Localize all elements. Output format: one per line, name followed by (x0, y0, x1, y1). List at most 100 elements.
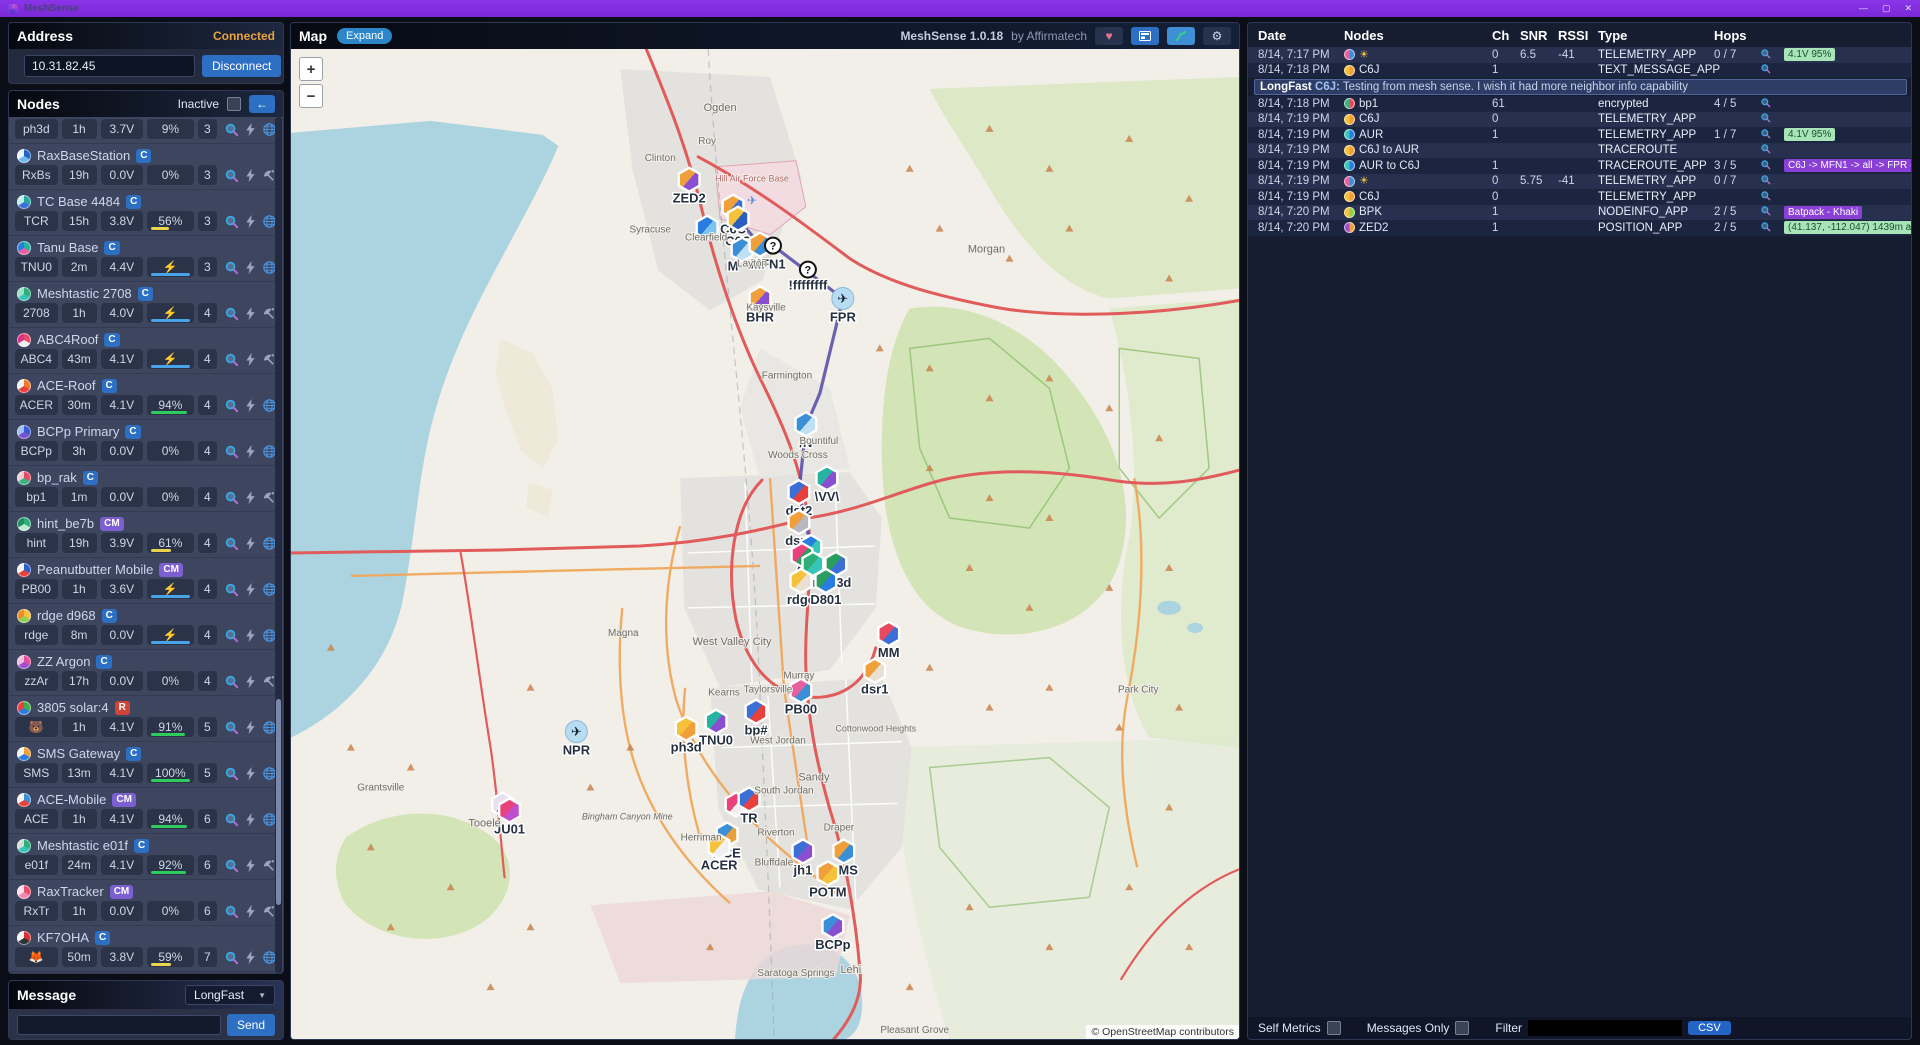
packet-row[interactable]: 8/14, 7:19 PM AUR to C6J 1 TRACEROUTE_APP 3 … (1248, 158, 1911, 174)
node-item[interactable]: Meshtastic 2708 C 2708 1h 4.0V ⚡ 4 (9, 282, 283, 328)
disconnect-button[interactable]: Disconnect (202, 55, 282, 77)
node-item[interactable]: 3805 solar:4 R 🐻 1h 4.1V 91% 5 (9, 696, 283, 742)
nodes-scrollbar-thumb[interactable] (276, 699, 281, 905)
collapse-button[interactable]: ← (249, 95, 275, 113)
gear-icon[interactable]: ⚙ (1203, 27, 1231, 45)
bolt-icon[interactable] (243, 260, 258, 275)
packet-inspect-icon[interactable] (1760, 63, 1784, 77)
node-item[interactable]: SMS Gateway C SMS 13m 4.1V 100% 5 (9, 742, 283, 788)
bolt-icon[interactable] (243, 582, 258, 597)
packet-inspect-icon[interactable] (1760, 205, 1784, 219)
map-marker-ph3d[interactable]: ph3d (669, 715, 703, 756)
map-marker-jh1[interactable]: jh1 (791, 838, 815, 879)
magnifier-icon[interactable] (224, 858, 239, 873)
map-zoom-in-button[interactable]: + (299, 57, 323, 81)
packet-inspect-icon[interactable] (1760, 112, 1784, 126)
node-item[interactable]: !ffffffff?now0.0V0%? (9, 972, 283, 973)
node-item[interactable]: BCPp Primary C BCPp 3h 0.0V 0% 4 (9, 420, 283, 466)
magnifier-icon[interactable] (224, 214, 239, 229)
node-item[interactable]: hint_be7b CM hint 19h 3.9V 61% 4 (9, 512, 283, 558)
bolt-icon[interactable] (243, 306, 258, 321)
packet-inspect-icon[interactable] (1760, 221, 1784, 235)
magnifier-icon[interactable] (224, 168, 239, 183)
bolt-icon[interactable] (243, 904, 258, 919)
magnifier-icon[interactable] (224, 122, 239, 137)
packet-inspect-icon[interactable] (1760, 97, 1784, 111)
packet-inspect-icon[interactable] (1760, 159, 1784, 173)
node-item[interactable]: rdge d968 Crdge 8m 0.0V ⚡ 4 (9, 604, 283, 650)
magnifier-icon[interactable] (224, 490, 239, 505)
packet-inspect-icon[interactable] (1760, 190, 1784, 204)
node-item[interactable]: RaxBaseStation C RxBs 19h 0.0V 0% 3 (9, 144, 283, 190)
map-marker-D801[interactable]: D801 (809, 567, 843, 608)
packet-inspect-icon[interactable] (1760, 143, 1784, 157)
node-item[interactable]: ph3dcardCMph3d1h3.7V9%3 (9, 117, 283, 144)
packet-inspect-icon[interactable] (1760, 48, 1784, 62)
node-item[interactable]: Tanu Base C TNU0 2m 4.4V ⚡ 3 (9, 236, 283, 282)
bolt-icon[interactable] (243, 122, 258, 137)
packet-row[interactable]: 8/14, 7:19 PM C6J to AUR TRACEROUTE (1248, 142, 1911, 158)
bolt-icon[interactable] (243, 214, 258, 229)
packet-inspect-icon[interactable] (1760, 174, 1784, 188)
nodes-scrollbar[interactable] (275, 117, 282, 973)
node-item[interactable]: ABC4Roof C ABC4 43m 4.1V ⚡ 4 (9, 328, 283, 374)
bolt-icon[interactable] (243, 352, 258, 367)
magnifier-icon[interactable] (224, 352, 239, 367)
maximize-button[interactable]: ▢ (1882, 3, 1891, 14)
bolt-icon[interactable] (243, 766, 258, 781)
packet-row[interactable]: 8/14, 7:19 PM C6J 0 TELEMETRY_APP (1248, 189, 1911, 205)
trace-icon[interactable] (1167, 27, 1195, 45)
packet-row[interactable]: 8/14, 7:18 PM bp1 61 encrypted 4 / 5 (1248, 96, 1911, 112)
filter-input[interactable] (1528, 1020, 1683, 1036)
node-item[interactable]: ACE-Roof C ACER 30m 4.1V 94% 4 (9, 374, 283, 420)
map-zoom-out-button[interactable]: − (299, 84, 323, 108)
heart-icon[interactable]: ♥ (1095, 27, 1123, 45)
map-marker-MM[interactable]: MM (876, 620, 901, 661)
bolt-icon[interactable] (243, 490, 258, 505)
address-input[interactable] (24, 55, 195, 77)
packet-row[interactable]: 8/14, 7:20 PM BPK 1 NODEINFO_APP 2 / 5 Batpac… (1248, 204, 1911, 220)
node-item[interactable]: TC Base 4484 C TCR 15h 3.8V 56% 3 (9, 190, 283, 236)
send-button[interactable]: Send (226, 1014, 275, 1036)
bolt-icon[interactable] (243, 674, 258, 689)
map-attribution[interactable]: © OpenStreetMap contributors (1086, 1025, 1239, 1039)
csv-button[interactable]: CSV (1688, 1021, 1731, 1035)
node-item[interactable]: KF7OHA C 🦊 50m 3.8V 59% 7 (9, 926, 283, 972)
packet-message-row[interactable]: LongFast C6J: Testing from mesh sense. I… (1254, 79, 1907, 95)
bolt-icon[interactable] (243, 812, 258, 827)
bolt-icon[interactable] (243, 950, 258, 965)
packet-inspect-icon[interactable] (1760, 128, 1784, 142)
close-button[interactable]: ✕ (1904, 3, 1912, 14)
bolt-icon[interactable] (243, 444, 258, 459)
bolt-icon[interactable] (243, 628, 258, 643)
map-marker-bp#[interactable]: bp# (743, 698, 769, 739)
magnifier-icon[interactable] (224, 950, 239, 965)
nodes-list[interactable]: ph3dcardCMph3d1h3.7V9%3RaxBaseStationCRx… (9, 117, 283, 973)
map-marker-dsr1[interactable]: dsr1 (860, 657, 890, 698)
magnifier-icon[interactable] (224, 306, 239, 321)
magnifier-icon[interactable] (224, 582, 239, 597)
magnifier-icon[interactable] (224, 674, 239, 689)
magnifier-icon[interactable] (224, 398, 239, 413)
messages-only-checkbox[interactable] (1455, 1021, 1470, 1035)
node-item[interactable]: ZZ Argon CzzAr 17h 0.0V 0% 4 (9, 650, 283, 696)
packet-row[interactable]: 8/14, 7:17 PM ☀ 0 6.5 -41 TELEMETRY_APP 0 / 7 4… (1248, 47, 1911, 63)
screenshot-icon[interactable] (1131, 27, 1159, 45)
bolt-icon[interactable] (243, 168, 258, 183)
map-marker[interactable]: ? (764, 236, 782, 255)
packet-row[interactable]: 8/14, 7:19 PM ☀ 0 5.75 -41 TELEMETRY_APP 0 / 7 (1248, 173, 1911, 189)
bolt-icon[interactable] (243, 720, 258, 735)
magnifier-icon[interactable] (224, 766, 239, 781)
packet-row[interactable]: 8/14, 7:19 PM C6J 0 TELEMETRY_APP (1248, 111, 1911, 127)
node-item[interactable]: RaxTracker CM RxTr 1h 0.0V 0% 6 (9, 880, 283, 926)
magnifier-icon[interactable] (224, 720, 239, 735)
node-item[interactable]: Meshtastic e01f Ce01f 24m 4.1V 92% 6 (9, 834, 283, 880)
bolt-icon[interactable] (243, 536, 258, 551)
magnifier-icon[interactable] (224, 628, 239, 643)
inactive-checkbox[interactable] (227, 97, 241, 111)
magnifier-icon[interactable] (224, 812, 239, 827)
message-input[interactable] (17, 1015, 221, 1035)
bolt-icon[interactable] (243, 398, 258, 413)
self-metrics-checkbox[interactable] (1326, 1021, 1341, 1035)
expand-button[interactable]: Expand (337, 28, 393, 44)
